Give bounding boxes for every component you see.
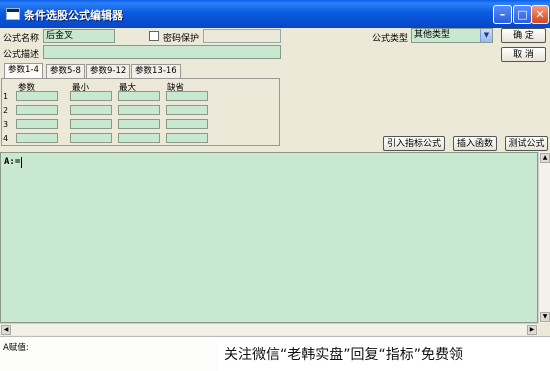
maximize-button[interactable]: □ — [513, 5, 532, 24]
scroll-down-icon[interactable]: ▼ — [540, 312, 550, 322]
formula-editor-window: 条件选股公式编辑器 – □ ✕ 公式名称 后金叉 密码保护 公式类型 其他类型 … — [0, 0, 550, 371]
param-max-cell[interactable] — [118, 105, 160, 115]
param-max-cell[interactable] — [118, 119, 160, 129]
password-input[interactable] — [203, 29, 281, 43]
param-min-cell[interactable] — [70, 91, 112, 101]
param-row-number: 3 — [3, 120, 9, 129]
tab-params-1-4[interactable]: 参数1-4 — [4, 63, 43, 79]
formula-type-label: 公式类型 — [372, 34, 409, 44]
password-label: 密码保护 — [163, 34, 200, 44]
editor-content: A:= — [4, 157, 21, 167]
scroll-right-icon[interactable]: ▶ — [527, 325, 537, 335]
scrollbar-corner — [538, 323, 550, 335]
promo-watermark: 关注微信“老韩实盘”回复“指标”免费领 — [218, 340, 550, 371]
param-default-cell[interactable] — [166, 119, 208, 129]
insert-function-button[interactable]: 插入函数 — [453, 136, 497, 151]
formula-desc-input[interactable] — [43, 45, 281, 59]
tab-params-13-16[interactable]: 参数13-16 — [131, 64, 181, 78]
param-min-cell[interactable] — [70, 133, 112, 143]
param-name-cell[interactable] — [16, 133, 58, 143]
scroll-left-icon[interactable]: ◀ — [1, 325, 11, 335]
chevron-down-icon[interactable]: ▼ — [480, 29, 492, 42]
text-caret — [21, 157, 22, 168]
minimize-button[interactable]: – — [493, 5, 512, 24]
scroll-up-icon[interactable]: ▲ — [540, 153, 550, 163]
tab-params-5-8[interactable]: 参数5-8 — [46, 64, 85, 78]
param-min-cell[interactable] — [70, 119, 112, 129]
close-button[interactable]: ✕ — [531, 5, 549, 24]
param-row-number: 2 — [3, 106, 9, 115]
param-name-cell[interactable] — [16, 91, 58, 101]
param-default-cell[interactable] — [166, 91, 208, 101]
formula-name-input[interactable]: 后金叉 — [43, 29, 115, 43]
param-max-cell[interactable] — [118, 91, 160, 101]
app-window-icon — [6, 8, 20, 20]
vertical-scrollbar[interactable]: ▲ ▼ — [538, 152, 550, 323]
param-name-cell[interactable] — [16, 119, 58, 129]
window-title: 条件选股公式编辑器 — [24, 9, 123, 22]
password-checkbox[interactable] — [149, 31, 159, 41]
param-row-number: 4 — [3, 134, 9, 143]
horizontal-scrollbar[interactable]: ◀ ▶ — [0, 323, 538, 335]
param-name-cell[interactable] — [16, 105, 58, 115]
param-row-number: 1 — [3, 92, 9, 101]
tab-params-9-12[interactable]: 参数9-12 — [86, 64, 131, 78]
ok-button[interactable]: 确 定 — [501, 28, 546, 43]
formula-editor[interactable]: A:= — [0, 152, 538, 323]
param-default-cell[interactable] — [166, 105, 208, 115]
cancel-button[interactable]: 取 消 — [501, 47, 546, 62]
param-max-cell[interactable] — [118, 133, 160, 143]
formula-desc-label: 公式描述 — [3, 50, 40, 60]
formula-name-label: 公式名称 — [3, 34, 40, 44]
status-text: A赋值: — [3, 343, 29, 353]
import-indicator-button[interactable]: 引入指标公式 — [383, 136, 445, 151]
formula-type-select[interactable]: 其他类型 ▼ — [411, 28, 493, 43]
param-min-cell[interactable] — [70, 105, 112, 115]
formula-type-value: 其他类型 — [414, 30, 451, 40]
title-bar[interactable]: 条件选股公式编辑器 – □ ✕ — [0, 0, 550, 28]
test-formula-button[interactable]: 测试公式 — [505, 136, 548, 151]
param-default-cell[interactable] — [166, 133, 208, 143]
